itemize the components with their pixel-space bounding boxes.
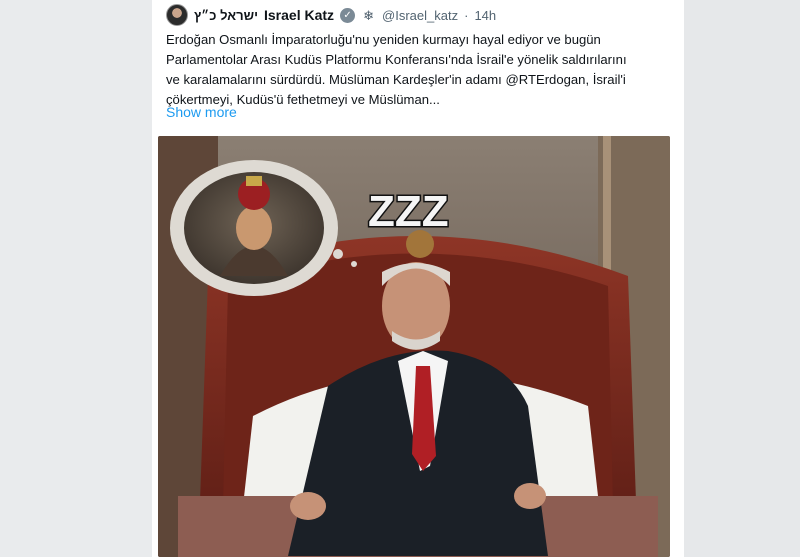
tweet-text-line: çökertmeyi, Kudüs'ü fethetmeyi ve Müslüm…	[166, 92, 440, 107]
tweet-card[interactable]: ישראל כ״ץ Israel Katz ✓ ❄ @Israel_katz ·…	[152, 0, 684, 557]
right-hand	[514, 483, 546, 509]
tweet-image[interactable]: ZZZ	[158, 136, 670, 557]
tweet-text: Erdoğan Osmanlı İmparatorluğu'nu yeniden…	[166, 30, 671, 110]
tweet-text-line: Parlamentolar Arası Kudüs Platformu Konf…	[166, 52, 627, 67]
page-background-left	[0, 0, 152, 557]
author-name-hebrew[interactable]: ישראל כ״ץ	[194, 8, 258, 23]
sleep-zzz-text: ZZZ	[368, 187, 449, 236]
tweet-text-line: Erdoğan Osmanlı İmparatorluğu'nu yeniden…	[166, 32, 601, 47]
author-avatar[interactable]	[166, 4, 188, 26]
sultan-face	[236, 206, 272, 250]
bubble-dot	[351, 261, 357, 267]
verified-badge-icon: ✓	[340, 7, 356, 23]
tweet-time[interactable]: 14h	[474, 8, 496, 23]
government-flag-icon: ❄	[363, 7, 374, 23]
author-name[interactable]: Israel Katz	[264, 7, 334, 23]
separator-dot: ·	[464, 7, 469, 23]
bubble-dot	[333, 249, 343, 259]
page-background-right	[684, 0, 800, 557]
tweet-text-line: ve karalamalarını sürdürdü. Müslüman Kar…	[166, 72, 626, 87]
tweet-header: ישראל כ״ץ Israel Katz ✓ ❄ @Israel_katz ·…	[166, 4, 496, 26]
author-handle[interactable]: @Israel_katz	[382, 8, 458, 23]
sleeping-leader-illustration: ZZZ	[158, 136, 670, 557]
left-hand	[290, 492, 326, 520]
show-more-link[interactable]: Show more	[166, 104, 237, 120]
